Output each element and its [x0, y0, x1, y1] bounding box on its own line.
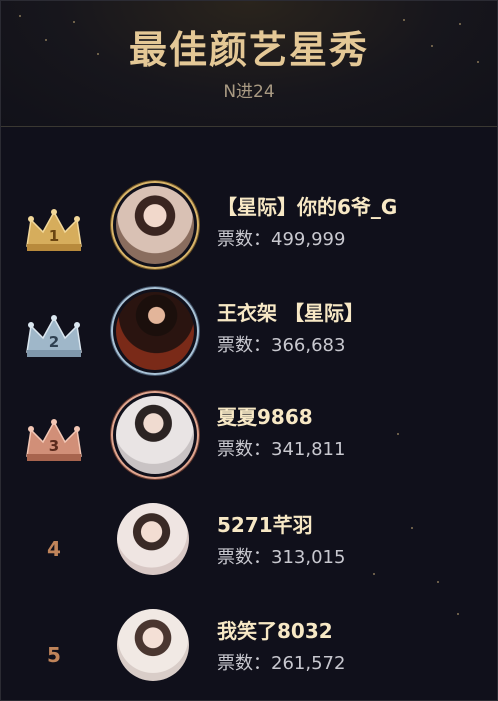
entry-name: 王衣架 【星际】	[217, 301, 364, 325]
entry-votes: 票数：261,572	[217, 649, 345, 675]
votes-value: 313,015	[271, 547, 346, 568]
avatar[interactable]	[111, 391, 199, 479]
votes-value: 261,572	[271, 653, 346, 674]
votes-label: 票数：	[217, 229, 271, 250]
entry-votes: 票数：313,015	[217, 543, 345, 569]
leaderboard-panel: 最佳颜艺星秀 N进24 1 【星际】你的6爷_G 票数：499,999 2 王衣…	[0, 0, 498, 701]
rank-badge: 4	[21, 499, 87, 599]
rank-number: 4	[47, 537, 61, 561]
votes-label: 票数：	[217, 653, 271, 674]
rank-badge: 5	[21, 605, 87, 700]
ranking-row-3[interactable]: 3 夏夏9868 票数：341,811	[1, 391, 497, 491]
silver-crown-icon: 2	[26, 315, 82, 357]
bronze-crown-icon: 3	[26, 419, 82, 461]
avatar[interactable]	[111, 287, 199, 375]
rank-number: 2	[49, 333, 59, 351]
rank-number: 3	[49, 437, 59, 455]
page-subtitle: N进24	[223, 82, 275, 102]
ranking-row-5[interactable]: 5 我笑了8032 票数：261,572	[1, 605, 497, 700]
rank-number: 5	[47, 643, 61, 667]
votes-label: 票数：	[217, 335, 271, 356]
sparkle-decoration	[457, 613, 459, 615]
entry-votes: 票数：499,999	[217, 225, 345, 251]
entry-votes: 票数：341,811	[217, 435, 345, 461]
avatar-image	[116, 292, 194, 370]
gold-crown-icon: 1	[26, 209, 82, 251]
avatar-image	[117, 503, 189, 575]
avatar[interactable]	[111, 181, 199, 269]
votes-value: 341,811	[271, 439, 346, 460]
ranking-row-1[interactable]: 1 【星际】你的6爷_G 票数：499,999	[1, 181, 497, 281]
entry-name: 我笑了8032	[217, 619, 333, 643]
entry-name: 【星际】你的6爷_G	[217, 195, 398, 219]
ranking-row-4[interactable]: 4 5271芊羽 票数：313,015	[1, 499, 497, 599]
page-title: 最佳颜艺星秀	[128, 28, 369, 72]
votes-value: 499,999	[271, 229, 346, 250]
sparkle-decoration	[397, 433, 399, 435]
avatar[interactable]	[117, 503, 189, 575]
votes-label: 票数：	[217, 439, 271, 460]
leaderboard-header: 最佳颜艺星秀 N进24	[1, 1, 497, 127]
sparkle-decoration	[373, 573, 375, 575]
entry-votes: 票数：366,683	[217, 331, 345, 357]
sparkle-decoration	[411, 527, 413, 529]
avatar-image	[116, 396, 194, 474]
rank-number: 1	[49, 227, 59, 245]
votes-label: 票数：	[217, 547, 271, 568]
avatar[interactable]	[117, 609, 189, 681]
votes-value: 366,683	[271, 335, 346, 356]
rank-badge: 2	[21, 287, 87, 387]
ranking-row-2[interactable]: 2 王衣架 【星际】 票数：366,683	[1, 287, 497, 387]
rank-badge: 3	[21, 391, 87, 491]
entry-name: 5271芊羽	[217, 513, 313, 537]
entry-name: 夏夏9868	[217, 405, 313, 429]
avatar-image	[116, 186, 194, 264]
sparkle-decoration	[437, 581, 439, 583]
sparkle-decoration	[19, 15, 21, 17]
avatar-image	[117, 609, 189, 681]
rank-badge: 1	[21, 181, 87, 281]
